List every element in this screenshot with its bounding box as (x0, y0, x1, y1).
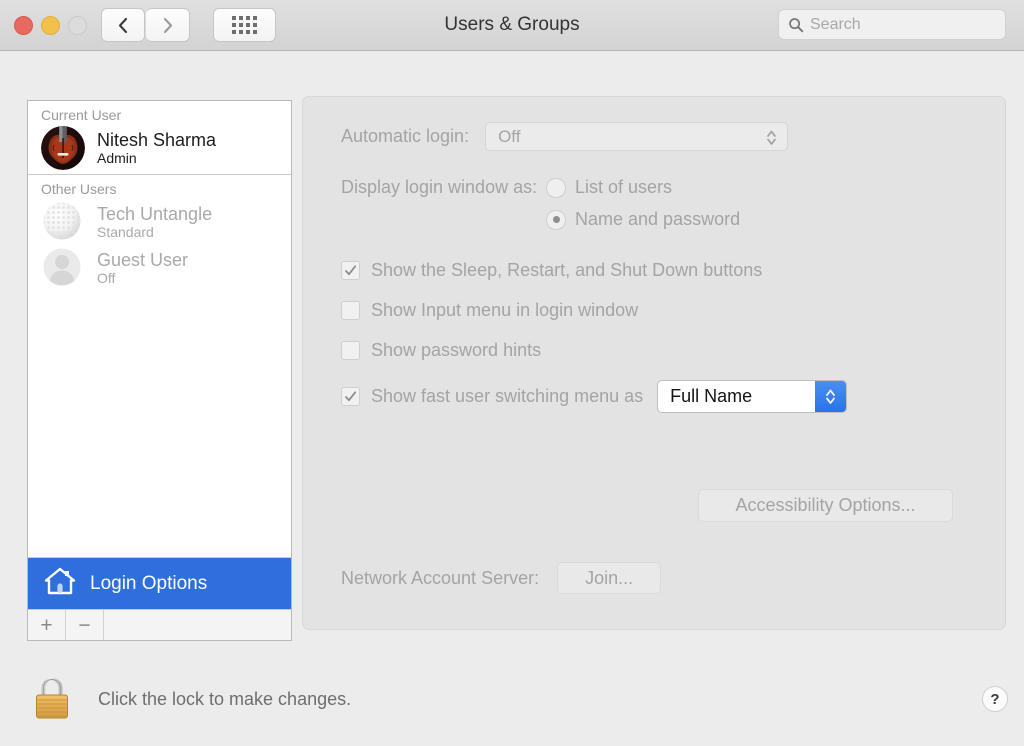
automatic-login-label: Automatic login: (341, 126, 470, 146)
automatic-login-value: Off (498, 126, 521, 146)
lock-message: Click the lock to make changes. (98, 689, 352, 709)
checkbox-label-input-menu: Show Input menu in login window (371, 300, 639, 320)
users-and-groups-window: Users & Groups Search Current User Nites… (0, 0, 1024, 746)
login-options-panel: Automatic login: Off Display login windo… (302, 96, 1006, 630)
sidebar-toolbar: + − (28, 609, 291, 640)
checkbox-row-input-menu[interactable]: Show Input menu in login window (341, 300, 638, 321)
stepper-arrows-icon (767, 130, 776, 145)
user-list-sidebar: Current User Nitesh Sharma Admin Other U… (27, 100, 292, 641)
current-user-text: Nitesh Sharma Admin (97, 130, 216, 167)
checkbox-password-hints[interactable] (341, 341, 360, 360)
radio-button-list-of-users[interactable] (546, 177, 566, 198)
sidebar-item-label-login-options: Login Options (90, 572, 208, 594)
sidebar-item-login-options[interactable]: Login Options (28, 557, 291, 609)
checkbox-label-sleep-restart-shutdown: Show the Sleep, Restart, and Shut Down b… (371, 260, 763, 280)
tech-untangle-role: Standard (97, 224, 154, 241)
current-user-header: Current User (41, 107, 122, 123)
checkbox-label-password-hints: Show password hints (371, 340, 542, 360)
sidebar-toolbar-spacer (104, 610, 291, 640)
checkmark-icon (345, 265, 357, 276)
guest-user-role: Off (97, 270, 116, 287)
search-input[interactable]: Search (778, 9, 1006, 40)
search-placeholder: Search (810, 15, 861, 33)
guest-user-text: Guest User Off (97, 250, 188, 287)
radio-selected-dot (552, 216, 560, 223)
lock-area[interactable]: Click the lock to make changes. (32, 674, 351, 725)
radio-name-and-password[interactable]: Name and password (546, 209, 740, 230)
guest-user-name: Guest User (97, 249, 189, 270)
fast-user-switching-select[interactable]: Full Name (657, 380, 848, 413)
window-titlebar: Users & Groups Search (0, 0, 1024, 51)
person-silhouette-avatar (41, 246, 85, 290)
house-icon (44, 566, 76, 601)
checkmark-icon (345, 391, 357, 402)
add-user-button[interactable]: + (28, 610, 66, 640)
checkbox-row-sleep-restart-shutdown[interactable]: Show the Sleep, Restart, and Shut Down b… (341, 260, 762, 281)
accessibility-options-button[interactable]: Accessibility Options... (698, 489, 953, 522)
checkbox-sleep-restart-shutdown[interactable] (341, 261, 360, 280)
display-login-window-row: Display login window as: (341, 177, 537, 198)
checkbox-input-menu[interactable] (341, 301, 360, 320)
network-account-server-row: Network Account Server: Join... (341, 562, 662, 594)
list-item-guest-user[interactable]: Guest User Off (28, 245, 291, 291)
help-button[interactable]: ? (982, 686, 1008, 712)
checkbox-fast-user-switching[interactable] (341, 387, 360, 406)
current-user-role: Admin (97, 150, 137, 167)
tech-untangle-name: Tech Untangle (97, 203, 213, 224)
network-account-server-label: Network Account Server: (341, 567, 540, 588)
radio-label-name-and-password: Name and password (575, 209, 741, 229)
radio-button-name-and-password[interactable] (546, 209, 566, 230)
violin-photo-avatar (41, 126, 85, 170)
closed-padlock-icon[interactable] (32, 674, 72, 725)
fast-user-switching-value: Full Name (670, 386, 753, 406)
current-user-section: Current User Nitesh Sharma Admin (28, 101, 291, 175)
display-login-window-label: Display login window as: (341, 177, 538, 197)
stepper-arrows-icon[interactable] (815, 381, 847, 412)
automatic-login-row: Automatic login: Off (341, 122, 789, 151)
checkbox-label-fast-user-switching: Show fast user switching menu as (371, 386, 644, 406)
join-button[interactable]: Join... (557, 562, 662, 594)
golf-ball-photo-avatar (41, 200, 85, 244)
current-user-name: Nitesh Sharma (97, 129, 217, 150)
radio-list-of-users[interactable]: List of users (546, 177, 672, 198)
other-users-section: Other Users Tech Untangle Standard Guest… (28, 175, 291, 291)
remove-user-button[interactable]: − (66, 610, 104, 640)
tech-untangle-text: Tech Untangle Standard (97, 204, 212, 241)
other-users-header: Other Users (41, 181, 117, 197)
checkbox-row-password-hints[interactable]: Show password hints (341, 340, 541, 361)
automatic-login-select[interactable]: Off (485, 122, 789, 151)
checkbox-row-fast-user-switching[interactable]: Show fast user switching menu as Full Na… (341, 380, 848, 413)
list-item-tech-untangle[interactable]: Tech Untangle Standard (28, 199, 291, 245)
search-icon (789, 17, 804, 32)
radio-label-list-of-users: List of users (575, 177, 673, 197)
list-item-current-user[interactable]: Nitesh Sharma Admin (28, 125, 291, 171)
